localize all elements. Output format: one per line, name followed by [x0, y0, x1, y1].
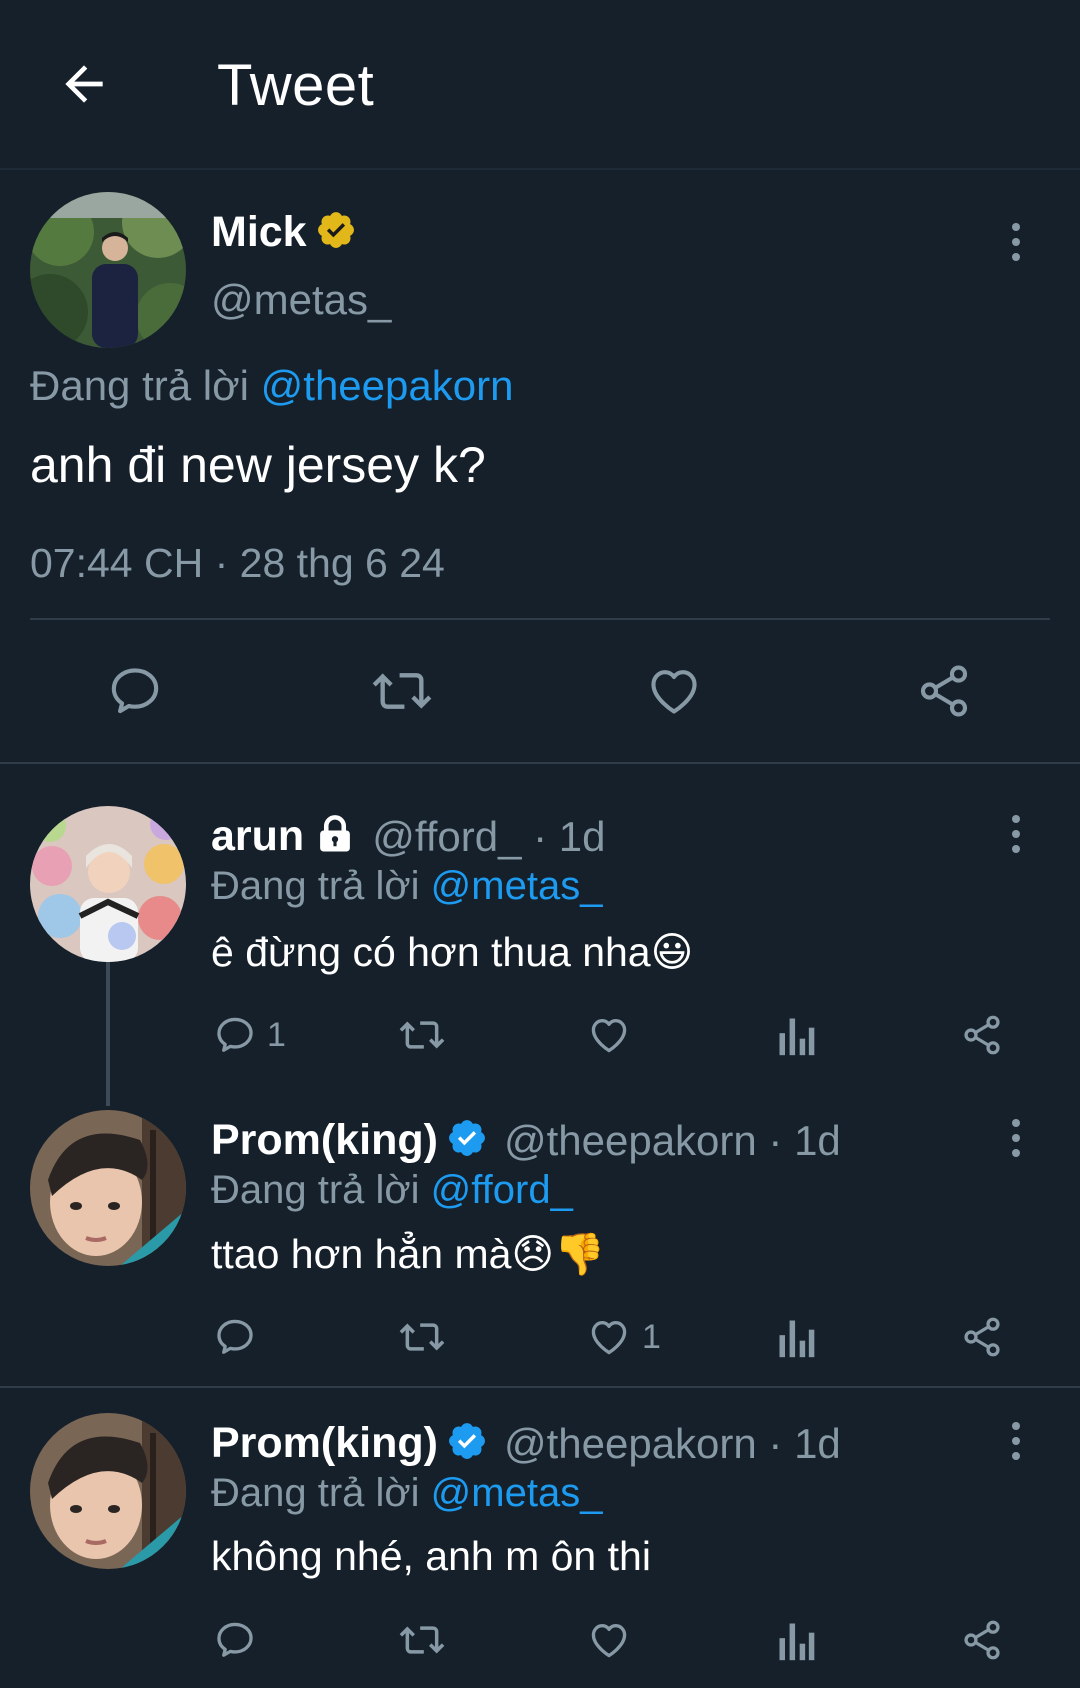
avatar[interactable] — [30, 1413, 186, 1569]
mention-link[interactable]: @metas_ — [431, 1471, 603, 1515]
author-name[interactable]: Prom(king) — [211, 1116, 438, 1165]
retweet-icon — [399, 1021, 445, 1049]
reply-header: arun @fford_ · 1d — [211, 812, 606, 861]
replying-to-line: Đang trả lời @theepakorn — [30, 362, 514, 409]
reply-icon — [217, 1319, 253, 1354]
avatar[interactable] — [30, 192, 186, 348]
retweet-icon — [372, 673, 432, 709]
analytics-icon — [779, 1018, 815, 1056]
share-icon — [964, 1015, 1000, 1055]
author-handle-time[interactable]: @theepakorn · 1d — [504, 1420, 841, 1468]
verified-gold-badge-icon — [315, 209, 357, 256]
lock-icon — [314, 813, 356, 860]
share-button[interactable] — [960, 1315, 1004, 1359]
tweet-text: không nhé, anh m ôn thi — [211, 1533, 651, 1579]
mention-link[interactable]: @theepakorn — [261, 362, 514, 409]
retweet-button[interactable] — [396, 1013, 448, 1057]
views-button[interactable] — [776, 1315, 816, 1359]
analytics-icon — [779, 1623, 815, 1661]
author-name[interactable]: Prom(king) — [211, 1419, 438, 1468]
share-icon — [920, 665, 968, 717]
author-handle-time[interactable]: @theepakorn · 1d — [504, 1117, 841, 1165]
retweet-button[interactable] — [370, 662, 434, 720]
avatar[interactable] — [30, 1110, 186, 1266]
more-options-button[interactable] — [996, 212, 1036, 272]
like-button[interactable] — [586, 1013, 642, 1057]
views-button[interactable] — [776, 1618, 816, 1662]
author-handle-time[interactable]: @fford_ · 1d — [372, 813, 605, 861]
heart-icon — [591, 1019, 627, 1053]
divider — [0, 762, 1080, 764]
reply-button[interactable] — [213, 1315, 267, 1359]
tweet-text: ttao hơn hẳn mà😞👎 — [211, 1231, 606, 1277]
divider — [0, 1386, 1080, 1388]
reply-icon — [217, 1622, 253, 1657]
retweet-button[interactable] — [396, 1618, 448, 1662]
more-vertical-icon — [1012, 1119, 1020, 1127]
heart-icon — [591, 1321, 627, 1355]
verified-blue-badge-icon — [446, 1420, 488, 1467]
heart-icon — [591, 1624, 627, 1658]
heart-icon — [651, 670, 697, 714]
page-title: Tweet — [217, 53, 375, 118]
thread-connector — [106, 960, 110, 1106]
more-vertical-icon — [1012, 815, 1020, 823]
arrow-left-icon — [65, 65, 103, 103]
views-button[interactable] — [776, 1013, 816, 1057]
author-handle[interactable]: @metas_ — [211, 276, 391, 324]
like-count: 1 — [642, 1317, 661, 1356]
retweet-button[interactable] — [396, 1315, 448, 1359]
more-options-button[interactable] — [996, 804, 1036, 864]
like-button[interactable]: 1 — [586, 1315, 661, 1359]
more-vertical-icon — [1012, 223, 1020, 231]
retweet-icon — [399, 1626, 445, 1654]
author-name[interactable]: Mick — [211, 208, 307, 257]
replying-to-line: Đang trả lời @metas_ — [211, 1471, 603, 1515]
reply-count: 1 — [267, 1015, 286, 1054]
author-name-row: Mick — [211, 208, 357, 257]
share-icon — [964, 1620, 1000, 1660]
share-button[interactable] — [915, 662, 973, 720]
share-icon — [964, 1317, 1000, 1357]
author-name[interactable]: arun — [211, 812, 304, 861]
reply-header: Prom(king) @theepakorn · 1d — [211, 1419, 841, 1468]
tweet-text: anh đi new jersey k? — [30, 437, 486, 493]
reply-icon — [111, 668, 159, 714]
like-button[interactable] — [644, 662, 704, 720]
avatar[interactable] — [30, 806, 186, 962]
divider — [30, 618, 1050, 620]
retweet-icon — [399, 1323, 445, 1351]
back-button[interactable] — [52, 52, 116, 116]
like-button[interactable] — [586, 1618, 642, 1662]
tweet-text: ê đừng có hơn thua nha😃 — [211, 929, 694, 975]
mention-link[interactable]: @fford_ — [431, 1168, 573, 1212]
top-app-bar: Tweet — [0, 0, 1080, 170]
analytics-icon — [779, 1320, 815, 1358]
share-button[interactable] — [960, 1618, 1004, 1662]
more-options-button[interactable] — [996, 1411, 1036, 1471]
mention-link[interactable]: @metas_ — [431, 864, 603, 908]
replying-to-line: Đang trả lời @metas_ — [211, 864, 603, 908]
replying-to-line: Đang trả lời @fford_ — [211, 1168, 573, 1212]
verified-blue-badge-icon — [446, 1117, 488, 1164]
reply-button[interactable] — [213, 1618, 267, 1662]
reply-button[interactable]: 1 — [213, 1013, 286, 1057]
share-button[interactable] — [960, 1013, 1004, 1057]
tweet-timestamp: 07:44 CH · 28 thg 6 24 — [30, 540, 445, 586]
reply-button[interactable] — [106, 662, 164, 720]
more-vertical-icon — [1012, 1422, 1020, 1430]
reply-header: Prom(king) @theepakorn · 1d — [211, 1116, 841, 1165]
more-options-button[interactable] — [996, 1108, 1036, 1168]
reply-icon — [217, 1017, 253, 1052]
